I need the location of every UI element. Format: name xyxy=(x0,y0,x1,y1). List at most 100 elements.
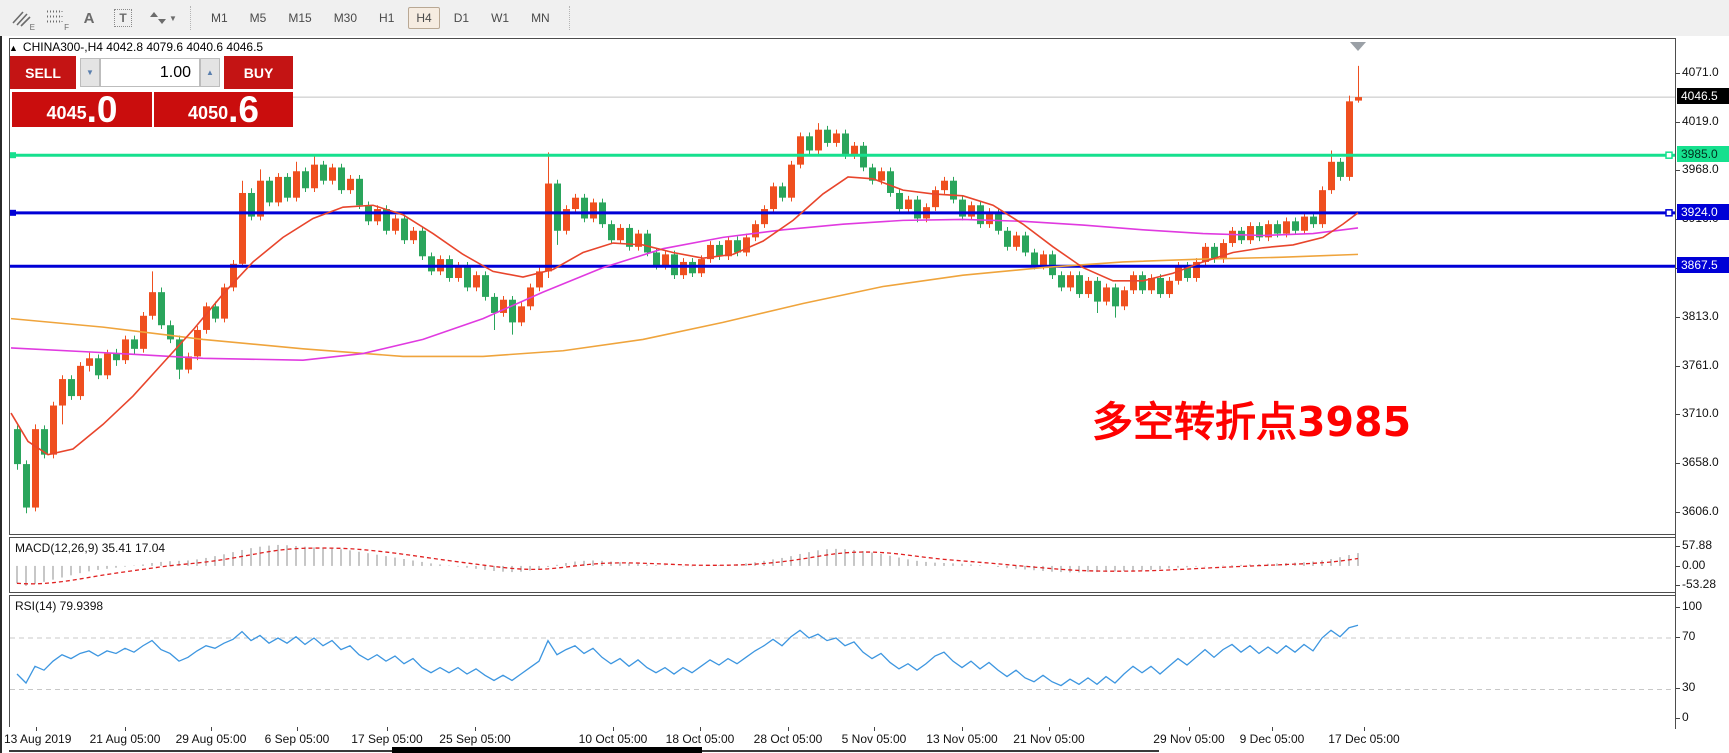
macd-axis-label: 0.00 xyxy=(1682,558,1705,572)
date-tick-mark xyxy=(962,727,963,731)
line-handle-left xyxy=(10,210,16,216)
date-tick-label: 10 Oct 05:00 xyxy=(579,732,648,746)
candle-body xyxy=(50,406,57,455)
candle-body xyxy=(122,339,129,360)
collapse-panel-icon[interactable]: ▲ xyxy=(9,43,18,53)
sell-button[interactable]: SELL xyxy=(10,56,76,89)
date-tick-mark xyxy=(1189,727,1190,731)
candle-body xyxy=(824,130,831,143)
date-tick-mark xyxy=(125,727,126,731)
grid-tool-sub: F xyxy=(64,23,69,32)
down-arrow-marker xyxy=(1350,42,1366,51)
candle-body xyxy=(590,202,597,218)
candle-body xyxy=(338,167,345,190)
sell-price-pips: .0 xyxy=(87,93,118,126)
tf-button-m30[interactable]: M30 xyxy=(326,7,365,29)
tf-button-h4-active[interactable]: H4 xyxy=(408,7,439,29)
toolbar-separator xyxy=(569,6,571,30)
tf-button-m1[interactable]: M1 xyxy=(203,7,236,29)
date-tick-mark xyxy=(211,727,212,731)
candle-body xyxy=(239,193,246,264)
candle-body xyxy=(347,179,354,190)
date-axis[interactable]: 13 Aug 201921 Aug 05:0029 Aug 05:006 Sep… xyxy=(9,727,1675,751)
date-tick-mark xyxy=(874,727,875,731)
arrow-objects-icon[interactable]: ▼ xyxy=(144,6,182,30)
axis-tick-mark xyxy=(1676,463,1680,464)
tf-button-h1[interactable]: H1 xyxy=(371,7,402,29)
candle-body xyxy=(815,130,822,151)
one-click-trade-panel: SELL ▼ ▲ BUY 4045.0 4050.6 xyxy=(10,56,293,127)
candle-body xyxy=(779,186,786,197)
date-tick-label: 13 Aug 2019 xyxy=(4,732,71,746)
candle-body xyxy=(1319,190,1326,224)
axis-tick-mark xyxy=(1676,546,1680,547)
axis-tick-mark xyxy=(1676,512,1680,513)
candle-body xyxy=(95,358,102,375)
candle-body xyxy=(1067,275,1074,287)
axis-tick-mark xyxy=(1676,566,1680,567)
candle-body xyxy=(977,205,984,224)
symbol-header: ▲CHINA300-,H4 4042.8 4079.6 4040.6 4046.… xyxy=(9,40,263,54)
grid-tool-icon[interactable]: F xyxy=(42,6,68,30)
candle-body xyxy=(212,306,219,318)
rsi-line xyxy=(17,625,1358,685)
candle-body xyxy=(68,379,75,396)
date-tick-mark xyxy=(1049,727,1050,731)
macd-panel[interactable]: MACD(12,26,9) 35.41 17.04 xyxy=(9,537,1676,593)
candle-body xyxy=(1175,266,1182,281)
price-tick-label: 3761.0 xyxy=(1682,358,1719,372)
candle-body xyxy=(545,184,552,272)
sell-price-display[interactable]: 4045.0 xyxy=(12,92,152,127)
window-edge-block xyxy=(392,747,702,753)
rsi-axis-label: 100 xyxy=(1682,599,1702,613)
candle-body xyxy=(806,136,813,150)
candle-body xyxy=(266,181,273,203)
axis-tick-mark xyxy=(1676,718,1680,719)
axis-tick-mark xyxy=(1676,585,1680,586)
text-tool-icon[interactable]: A xyxy=(76,6,102,30)
candle-body xyxy=(653,252,660,265)
tf-button-m15[interactable]: M15 xyxy=(280,7,319,29)
candle-body xyxy=(14,429,21,464)
tf-button-mn[interactable]: MN xyxy=(523,7,558,29)
candle-body xyxy=(941,181,948,190)
candle-body xyxy=(905,200,912,209)
volume-increase-button[interactable]: ▲ xyxy=(200,58,220,87)
chart-annotation-text: 多空转折点3985 xyxy=(1092,388,1411,448)
candle-body xyxy=(374,209,381,221)
label-tool-icon[interactable]: T xyxy=(110,6,136,30)
date-tick-mark xyxy=(36,727,37,731)
rsi-panel[interactable]: RSI(14) 79.9398 xyxy=(9,595,1676,729)
candle-body xyxy=(86,358,93,366)
candle-body xyxy=(608,224,615,240)
axis-tick-mark xyxy=(1676,414,1680,415)
candle-body xyxy=(1103,287,1110,301)
axis-edge-arrow xyxy=(1724,150,1729,158)
date-tick-label: 25 Sep 05:00 xyxy=(439,732,510,746)
tf-button-d1[interactable]: D1 xyxy=(446,7,477,29)
volume-input[interactable] xyxy=(100,58,200,87)
volume-decrease-button[interactable]: ▼ xyxy=(80,58,100,87)
date-tick-label: 21 Nov 05:00 xyxy=(1013,732,1084,746)
tf-button-w1[interactable]: W1 xyxy=(483,7,517,29)
candle-body xyxy=(113,354,120,361)
candle-body xyxy=(572,198,579,209)
candle-body xyxy=(257,181,264,217)
candle-body xyxy=(1346,101,1353,177)
date-tick-label: 21 Aug 05:00 xyxy=(90,732,161,746)
channel-tool-icon[interactable]: E xyxy=(8,6,34,30)
candle-body xyxy=(644,234,651,253)
candle-body xyxy=(1022,235,1029,252)
candle-body xyxy=(509,300,516,323)
candle-body xyxy=(518,306,525,322)
tf-button-m5[interactable]: M5 xyxy=(242,7,275,29)
price-axis[interactable]: 4071.04019.03968.03916.03865.03813.03761… xyxy=(1675,38,1729,728)
candle-body xyxy=(1121,290,1128,306)
candle-body xyxy=(320,165,327,181)
buy-button[interactable]: BUY xyxy=(224,56,293,89)
buy-price-display[interactable]: 4050.6 xyxy=(154,92,293,127)
candle-body xyxy=(797,136,804,164)
candle-body xyxy=(482,275,489,297)
rsi-axis-label: 70 xyxy=(1682,629,1695,643)
candle-body xyxy=(1013,235,1020,246)
